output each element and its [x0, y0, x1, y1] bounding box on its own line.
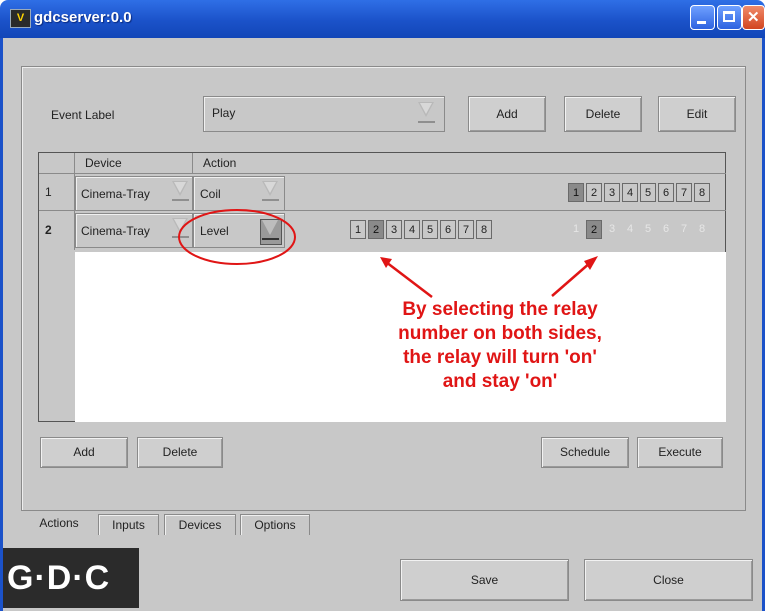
- action-delete-button[interactable]: Delete: [137, 437, 223, 468]
- annotation-arrow-right: [551, 261, 592, 297]
- schedule-button[interactable]: Schedule: [541, 437, 629, 468]
- annotation-line: the relay will turn 'on': [403, 347, 597, 368]
- annotation-line: number on both sides,: [398, 323, 602, 344]
- save-button[interactable]: Save: [400, 559, 569, 601]
- tab-devices[interactable]: Devices: [164, 514, 236, 535]
- gdc-logo: G·D·C: [3, 548, 139, 608]
- annotation-arrow-left: [385, 261, 433, 298]
- annotation-text: By selecting the relay number on both si…: [340, 298, 660, 394]
- annotation-line: By selecting the relay: [402, 299, 598, 320]
- close-button[interactable]: Close: [584, 559, 753, 601]
- action-add-button[interactable]: Add: [40, 437, 128, 468]
- tab-inputs[interactable]: Inputs: [98, 514, 159, 535]
- annotation-circle: [178, 209, 296, 265]
- execute-button[interactable]: Execute: [637, 437, 723, 468]
- tab-actions[interactable]: Actions: [24, 512, 94, 536]
- tab-options[interactable]: Options: [240, 514, 310, 535]
- annotation-line: and stay 'on': [442, 371, 558, 392]
